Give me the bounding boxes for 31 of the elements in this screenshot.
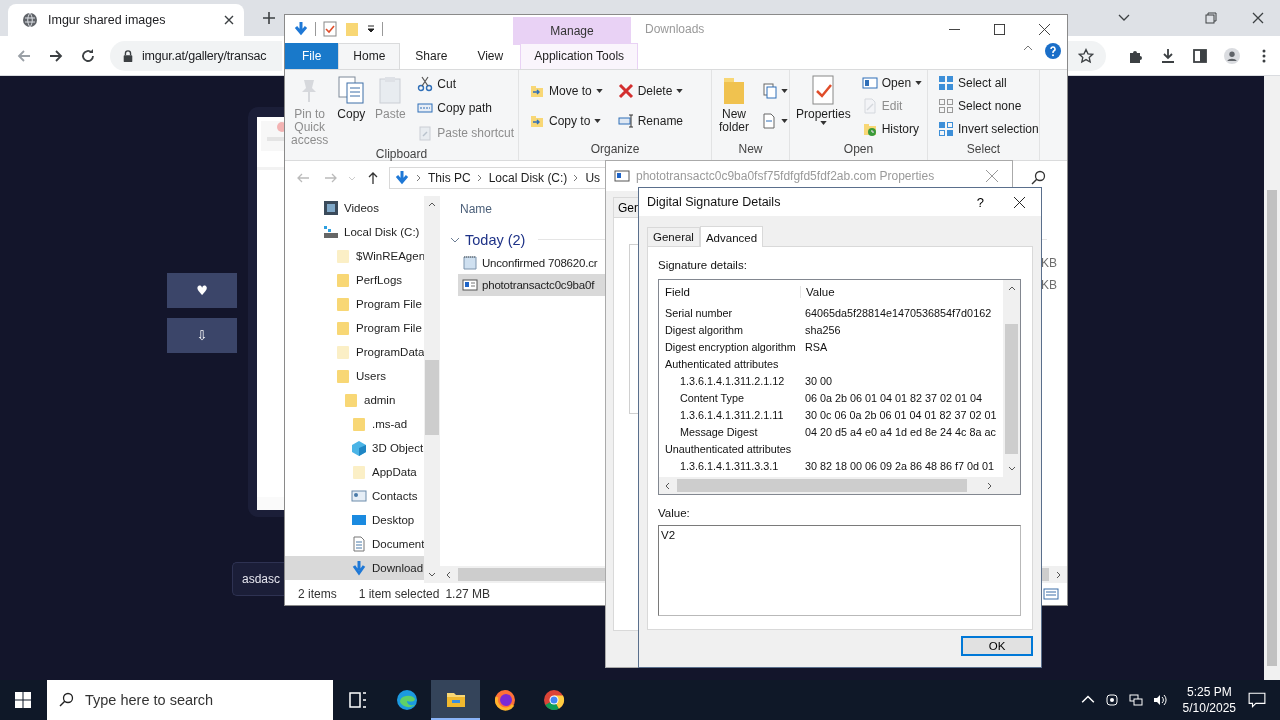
field-label: Value:	[658, 507, 691, 521]
table-cell-text: Message Digest	[679, 425, 759, 438]
table-cell-text: 64065da5f28814e1470536854f7d0162	[804, 306, 992, 319]
table-cell-text: Authenticated attributes	[664, 357, 780, 370]
status-text: 2 items	[298, 587, 337, 601]
table-cell-text: Serial number	[664, 306, 734, 319]
table-cell-text: Digest algorithm	[664, 323, 744, 336]
group-label: Clipboard	[374, 146, 429, 161]
table-cell-text: 1.3.6.1.4.1.311.3.3.1	[679, 459, 780, 472]
table-cell-text: 30 0c 06 0a 2b 06 01 04 01 82 37 02 01	[804, 408, 997, 421]
group-label: Open	[842, 141, 875, 158]
table-cell-text: sha256	[804, 323, 841, 336]
table-cell-text: Digest encryption algorithm	[664, 340, 797, 353]
window-title: phototransactc0c9ba0fsf75fdfgfd5fdf2ab.com Properties	[636, 169, 935, 183]
table-cell-text: 1.3.6.1.4.1.311.2.1.12	[679, 374, 786, 387]
table-cell-text: Unauthenticated attributes	[664, 442, 793, 455]
group-label: Select	[965, 141, 1002, 158]
file-size: KB	[1041, 255, 1057, 270]
table-cell-text: 04 20 d5 a4 e0 a4 1d ed 8e 24 4c 8a ac	[804, 425, 996, 438]
status-text: 1 item selected	[358, 587, 440, 601]
group-label: Organize	[589, 141, 641, 158]
table-cell-text: 30 00	[804, 374, 833, 387]
status-text: 1.27 MB	[445, 587, 491, 601]
table-cell-text: 1.3.6.1.4.1.311.2.1.11	[679, 408, 785, 421]
table-cell-text: Content Type	[679, 391, 746, 404]
field-label: Signature details:	[658, 259, 748, 273]
group-label: New	[737, 141, 764, 158]
file-size: KB	[1041, 277, 1057, 292]
table-cell-text: RSA	[804, 340, 828, 353]
table-cell-text: 06 0a 2b 06 01 04 01 82 37 02 01 04	[804, 391, 983, 404]
table-cell-text: 30 82 18 00 06 09 2a 86 48 86 f7 0d 01	[804, 459, 995, 472]
